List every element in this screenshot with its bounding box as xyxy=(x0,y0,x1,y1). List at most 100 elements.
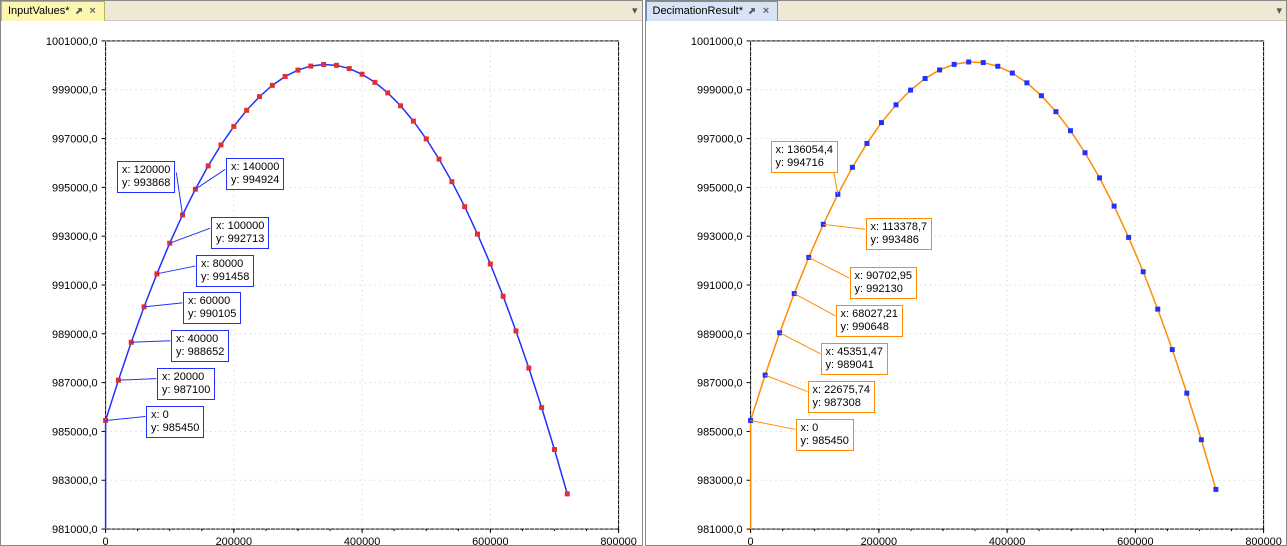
data-marker[interactable] xyxy=(1140,269,1145,274)
data-marker[interactable] xyxy=(334,63,339,68)
chart-svg: 0200000400000600000800000981000,0983000,… xyxy=(1,21,642,545)
y-tick-label: 995000,0 xyxy=(52,182,98,194)
data-marker[interactable] xyxy=(1082,150,1087,155)
y-tick-label: 981000,0 xyxy=(696,524,742,536)
data-marker[interactable] xyxy=(347,66,352,71)
panel-decimation-result: DecimationResult*×▾020000040000060000080… xyxy=(645,0,1287,546)
data-marker[interactable] xyxy=(980,60,985,65)
y-tick-label: 995000,0 xyxy=(696,182,742,194)
y-tick-label: 989000,0 xyxy=(696,329,742,341)
data-marker[interactable] xyxy=(864,141,869,146)
x-tick-label: 200000 xyxy=(216,536,252,545)
data-marker[interactable] xyxy=(1213,487,1218,492)
tab-label: InputValues* xyxy=(8,5,70,17)
y-tick-label: 1001000,0 xyxy=(46,36,98,48)
data-marker[interactable] xyxy=(244,108,249,113)
data-marker[interactable] xyxy=(922,76,927,81)
data-marker[interactable] xyxy=(951,62,956,67)
data-marker[interactable] xyxy=(1184,391,1189,396)
tab[interactable]: InputValues* × xyxy=(1,1,105,21)
callout-leader xyxy=(823,224,865,229)
tab-dropdown-icon[interactable]: ▾ xyxy=(1272,4,1286,17)
tab[interactable]: DecimationResult*× xyxy=(646,1,778,21)
data-marker[interactable] xyxy=(270,83,275,88)
tab-bar: InputValues* × ▾ xyxy=(1,1,642,21)
data-marker[interactable] xyxy=(1024,80,1029,85)
data-marker[interactable] xyxy=(385,90,390,95)
data-marker[interactable] xyxy=(908,88,913,93)
data-marker[interactable] xyxy=(231,124,236,129)
callout-leader xyxy=(794,294,835,316)
y-tick-label: 999000,0 xyxy=(696,85,742,97)
data-marker[interactable] xyxy=(1067,128,1072,133)
data-marker[interactable] xyxy=(565,491,570,496)
data-marker[interactable] xyxy=(411,119,416,124)
tab-bar: DecimationResult*× ▾ xyxy=(646,1,1287,21)
callout-leader xyxy=(765,375,807,391)
data-marker[interactable] xyxy=(424,136,429,141)
y-tick-label: 999000,0 xyxy=(52,85,98,97)
data-marker[interactable] xyxy=(1155,307,1160,312)
chart-area[interactable]: 0200000400000600000800000981000,0983000,… xyxy=(1,21,642,545)
x-tick-label: 200000 xyxy=(860,536,896,545)
data-marker[interactable] xyxy=(878,120,883,125)
callout-leader xyxy=(830,152,838,194)
data-marker[interactable] xyxy=(849,165,854,170)
callout-leader xyxy=(144,303,182,307)
data-marker[interactable] xyxy=(1009,71,1014,76)
pin-icon[interactable] xyxy=(747,6,757,16)
data-marker[interactable] xyxy=(308,64,313,69)
pin-icon[interactable] xyxy=(74,6,84,16)
x-tick-label: 600000 xyxy=(472,536,508,545)
data-marker[interactable] xyxy=(360,72,365,77)
data-marker[interactable] xyxy=(966,59,971,64)
callout-leader xyxy=(195,169,225,189)
data-marker[interactable] xyxy=(462,204,467,209)
close-icon[interactable]: × xyxy=(88,6,98,16)
data-marker[interactable] xyxy=(206,163,211,168)
data-marker[interactable] xyxy=(1198,437,1203,442)
data-marker[interactable] xyxy=(1097,175,1102,180)
data-marker[interactable] xyxy=(526,366,531,371)
panel-input-values: InputValues* × ▾ 02000004000006000008000009… xyxy=(0,0,643,546)
data-marker[interactable] xyxy=(295,68,300,73)
y-tick-label: 993000,0 xyxy=(52,231,98,243)
data-line xyxy=(750,62,1215,529)
data-marker[interactable] xyxy=(893,102,898,107)
y-tick-label: 997000,0 xyxy=(696,134,742,146)
data-marker[interactable] xyxy=(513,328,518,333)
data-marker[interactable] xyxy=(321,62,326,67)
data-marker[interactable] xyxy=(937,67,942,72)
data-marker[interactable] xyxy=(1169,347,1174,352)
callout-leader xyxy=(106,416,146,420)
data-marker[interactable] xyxy=(1111,204,1116,209)
y-tick-label: 987000,0 xyxy=(696,378,742,390)
data-marker[interactable] xyxy=(1038,93,1043,98)
x-tick-label: 0 xyxy=(747,536,753,545)
data-line xyxy=(106,65,568,530)
close-icon[interactable]: × xyxy=(761,6,771,16)
data-marker[interactable] xyxy=(398,103,403,108)
data-marker[interactable] xyxy=(449,179,454,184)
y-tick-label: 983000,0 xyxy=(52,475,98,487)
data-marker[interactable] xyxy=(777,330,782,335)
data-marker[interactable] xyxy=(219,142,224,147)
callout-leader xyxy=(131,341,170,343)
data-marker[interactable] xyxy=(995,64,1000,69)
data-marker[interactable] xyxy=(501,294,506,299)
data-marker[interactable] xyxy=(1126,235,1131,240)
data-marker[interactable] xyxy=(539,405,544,410)
data-marker[interactable] xyxy=(1053,109,1058,114)
data-marker[interactable] xyxy=(257,94,262,99)
data-marker[interactable] xyxy=(762,373,767,378)
tab-dropdown-icon[interactable]: ▾ xyxy=(628,4,642,17)
data-marker[interactable] xyxy=(488,261,493,266)
data-marker[interactable] xyxy=(372,80,377,85)
y-tick-label: 985000,0 xyxy=(52,426,98,438)
data-marker[interactable] xyxy=(475,232,480,237)
data-marker[interactable] xyxy=(437,157,442,162)
chart-area[interactable]: 0200000400000600000800000981000,0983000,… xyxy=(646,21,1287,545)
data-marker[interactable] xyxy=(552,447,557,452)
data-marker[interactable] xyxy=(283,74,288,79)
x-tick-label: 600000 xyxy=(1117,536,1153,545)
